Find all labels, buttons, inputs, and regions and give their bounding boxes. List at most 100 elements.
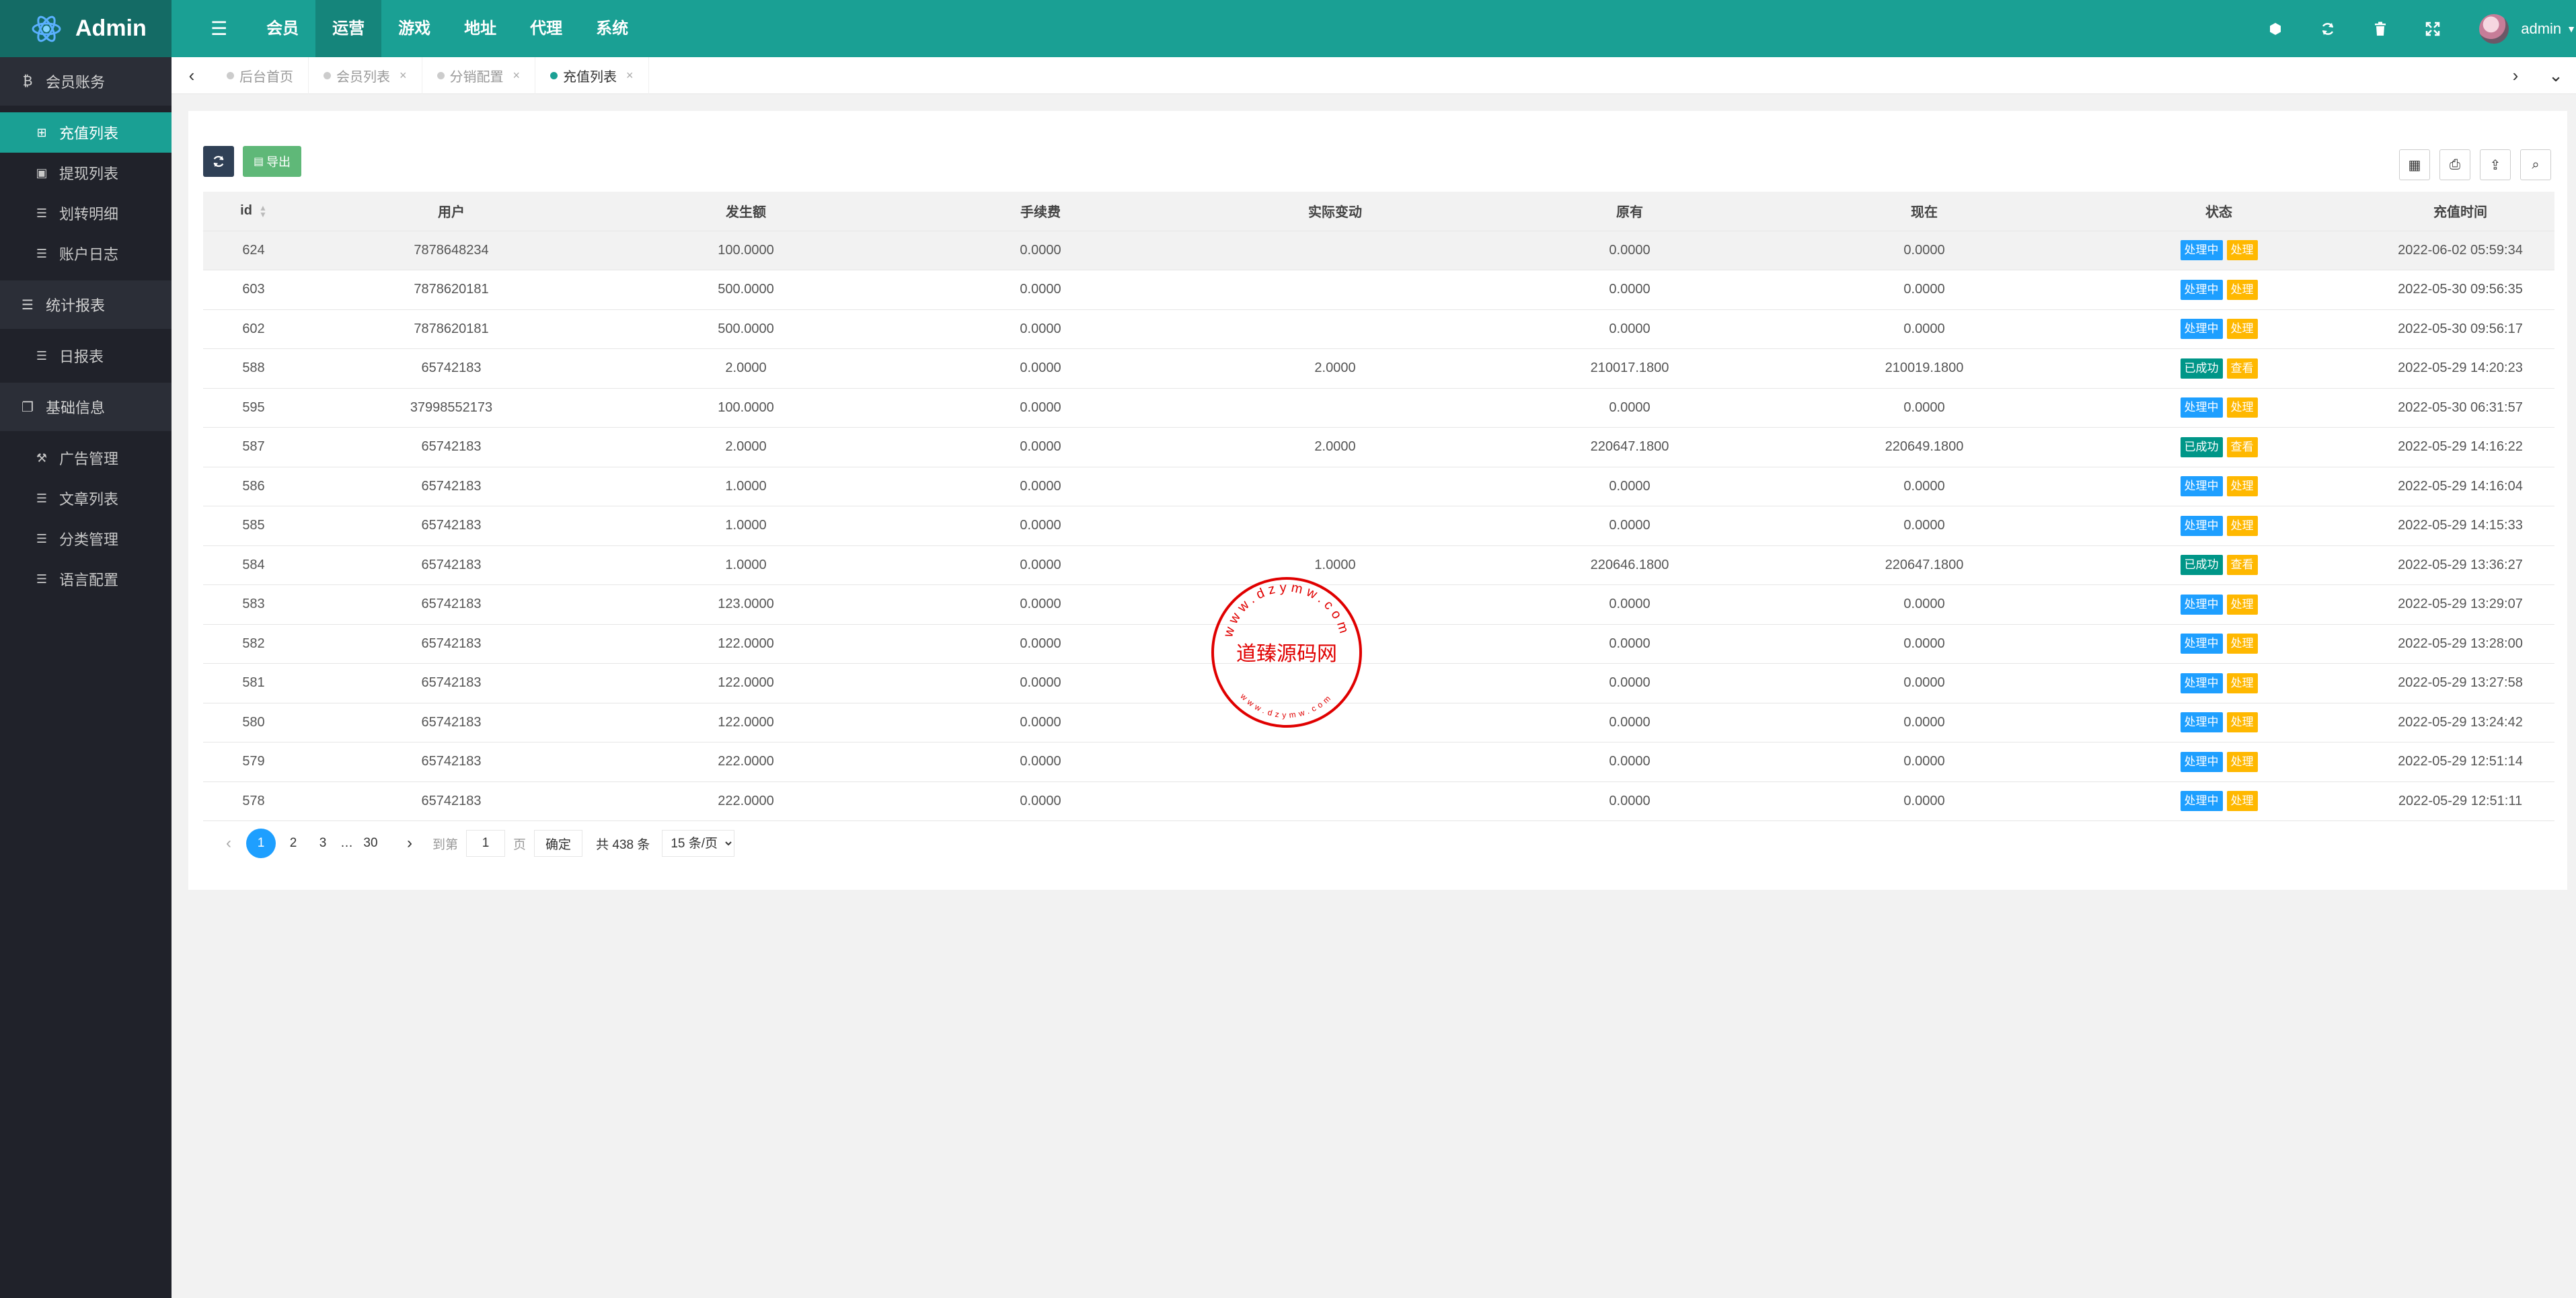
row-action-button[interactable]: 处理 (2226, 594, 2258, 615)
sidebar-item-category-management[interactable]: ☰ 分类管理 (0, 519, 172, 559)
nav-agent[interactable]: 代理 (513, 0, 579, 57)
row-action-button[interactable]: 处理 (2226, 319, 2258, 340)
delete-icon[interactable] (2354, 0, 2407, 57)
row-action-button[interactable]: 处理 (2226, 240, 2258, 261)
sidebar-item-ad-management[interactable]: ⚒ 广告管理 (0, 438, 172, 478)
row-action-button[interactable]: 查看 (2226, 436, 2258, 457)
goto-confirm-button[interactable]: 确定 (534, 830, 583, 857)
sidebar-item-daily-report[interactable]: ☰ 日报表 (0, 336, 172, 376)
search-icon[interactable]: ⌕ (2520, 149, 2551, 180)
column-header-amount: 发生额 (599, 192, 893, 231)
row-action-button[interactable]: 处理 (2226, 712, 2258, 733)
page-1[interactable]: 1 (246, 829, 276, 858)
top-nav: ☰ 会员 运营 游戏 地址 代理 系统 (188, 0, 645, 57)
cell-status: 处理中 处理 (2072, 231, 2366, 270)
row-action-button[interactable]: 处理 (2226, 673, 2258, 693)
row-action-button[interactable]: 处理 (2226, 791, 2258, 812)
sidebar-item-transfer-details[interactable]: ☰ 划转明细 (0, 193, 172, 233)
menu-toggle-icon[interactable]: ☰ (188, 0, 250, 57)
row-action-button[interactable]: 处理 (2226, 751, 2258, 772)
cell-fee: 0.0000 (893, 231, 1188, 270)
cell-before: 0.0000 (1482, 388, 1777, 428)
row-action-button[interactable]: 处理 (2226, 634, 2258, 654)
status-badge: 处理中 (2180, 240, 2223, 261)
cell-amount: 2.0000 (599, 348, 893, 389)
row-action-button[interactable]: 处理 (2226, 279, 2258, 300)
cell-before: 0.0000 (1482, 624, 1777, 664)
cell-amount: 122.0000 (599, 663, 893, 703)
sidebar-submenu: ⊞ 充值列表 ▣ 提现列表 ☰ 划转明细 ☰ 账户日志 (0, 106, 172, 280)
cell-time: 2022-05-30 09:56:35 (2366, 270, 2554, 310)
cell-actual (1188, 781, 1482, 821)
column-header-id[interactable]: id ▲ ▼ (203, 192, 304, 231)
logo[interactable]: Admin (0, 0, 172, 57)
close-icon[interactable]: × (626, 69, 634, 83)
nav-system[interactable]: 系统 (579, 0, 645, 57)
table-row: 579 65742183 222.0000 0.0000 0.0000 0.0000 处理中… (203, 742, 2554, 782)
tab-home[interactable]: 后台首页 (212, 57, 309, 94)
page-3[interactable]: 3 (311, 830, 335, 857)
columns-icon[interactable]: ▦ (2399, 149, 2430, 180)
copy-icon: ❐ (22, 399, 34, 415)
cell-user: 65742183 (304, 703, 599, 742)
nav-member[interactable]: 会员 (250, 0, 315, 57)
nav-address[interactable]: 地址 (447, 0, 513, 57)
page-2[interactable]: 2 (281, 830, 305, 857)
cell-after: 0.0000 (1777, 781, 2072, 821)
row-action-button[interactable]: 查看 (2226, 555, 2258, 576)
cell-id: 602 (203, 309, 304, 349)
close-icon[interactable]: × (400, 69, 407, 83)
total-count: 共 438 条 (596, 837, 650, 852)
user-menu[interactable]: admin ▼ (2479, 13, 2576, 44)
cell-amount: 100.0000 (599, 231, 893, 270)
row-action-button[interactable]: 处理 (2226, 476, 2258, 497)
prev-page-icon[interactable]: ‹ (217, 830, 241, 857)
export-icon[interactable]: ⇪ (2480, 149, 2511, 180)
tab-recharge-list[interactable]: 充值列表 × (535, 57, 649, 94)
sidebar-group-member-accounts[interactable]: ₿ 会员账务 (0, 57, 172, 106)
close-icon[interactable]: × (513, 69, 521, 83)
chevron-down-icon[interactable]: ⌄ (2536, 57, 2576, 94)
cell-after: 220649.1800 (1777, 427, 2072, 467)
refresh-button[interactable] (203, 146, 234, 177)
clear-cache-icon[interactable] (2249, 0, 2302, 57)
tab-distribution-config[interactable]: 分销配置 × (422, 57, 536, 94)
refresh-icon[interactable] (2302, 0, 2354, 57)
chevron-left-icon[interactable]: ‹ (172, 57, 212, 94)
row-action-button[interactable]: 处理 (2226, 515, 2258, 536)
cell-user: 7878620181 (304, 309, 599, 349)
sidebar-group-reports[interactable]: ☰ 统计报表 (0, 280, 172, 329)
print-icon[interactable]: ⎙ (2439, 149, 2470, 180)
sidebar-item-account-log[interactable]: ☰ 账户日志 (0, 233, 172, 274)
sidebar-item-language-config[interactable]: ☰ 语言配置 (0, 559, 172, 599)
fullscreen-icon[interactable] (2407, 0, 2459, 57)
cell-fee: 0.0000 (893, 663, 1188, 703)
sidebar-item-article-list[interactable]: ☰ 文章列表 (0, 478, 172, 519)
page-last[interactable]: 30 (358, 830, 383, 857)
cell-after: 0.0000 (1777, 703, 2072, 742)
cell-after: 210019.1800 (1777, 348, 2072, 389)
sort-icon[interactable]: ▲ ▼ (259, 204, 267, 219)
row-action-button[interactable]: 查看 (2226, 358, 2258, 379)
sidebar-item-recharge-list[interactable]: ⊞ 充值列表 (0, 112, 172, 153)
nav-operations[interactable]: 运营 (315, 0, 382, 57)
tabs: 后台首页 会员列表 × 分销配置 × 充值列表 × (212, 57, 649, 94)
sidebar-group-basic-info[interactable]: ❐ 基础信息 (0, 383, 172, 431)
cell-amount: 222.0000 (599, 742, 893, 782)
cell-amount: 500.0000 (599, 270, 893, 310)
tab-member-list[interactable]: 会员列表 × (309, 57, 422, 94)
cell-time: 2022-05-29 13:24:42 (2366, 703, 2554, 742)
sidebar-item-withdraw-list[interactable]: ▣ 提现列表 (0, 153, 172, 193)
export-label: 导出 (266, 155, 291, 169)
sidebar-group-label: 统计报表 (46, 297, 106, 314)
chevron-right-icon[interactable]: › (2495, 57, 2536, 94)
column-header-before: 原有 (1482, 192, 1777, 231)
export-button[interactable]: ▤ 导出 (243, 146, 301, 177)
cell-before: 220647.1800 (1482, 427, 1777, 467)
page-size-select[interactable]: 15 条/页 (662, 830, 735, 857)
next-page-icon[interactable]: › (397, 830, 422, 857)
goto-page-input[interactable] (466, 830, 506, 857)
row-action-button[interactable]: 处理 (2226, 397, 2258, 418)
nav-games[interactable]: 游戏 (381, 0, 447, 57)
status-badge: 处理中 (2180, 476, 2223, 497)
